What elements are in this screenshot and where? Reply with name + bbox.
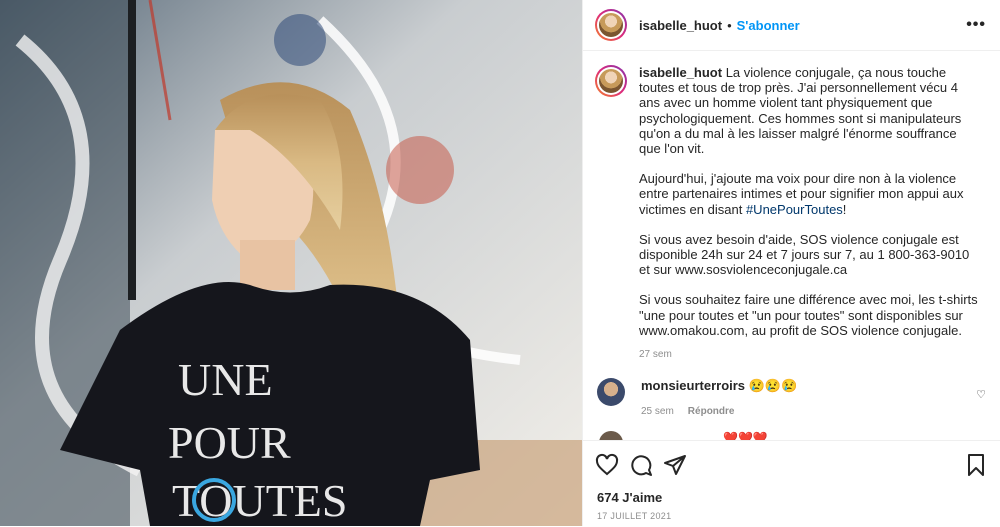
- like-comment-icon[interactable]: ♡: [976, 388, 986, 401]
- post-date[interactable]: 17 JUILLET 2021: [597, 511, 671, 521]
- post-actions: 674 J'aime 17 JUILLET 2021: [583, 440, 1000, 527]
- caption-avatar[interactable]: [595, 65, 627, 97]
- comment-timestamp[interactable]: 25 sem: [641, 406, 674, 417]
- post-header: isabelle_huot • S'abonner •••: [583, 0, 1000, 51]
- next-comment-text: ❤️❤️❤️: [723, 431, 768, 440]
- post-photo[interactable]: UNE POUR TOUTES: [0, 0, 582, 526]
- caption-paragraph-2: Aujourd'hui, j'ajoute ma voix pour dire …: [639, 171, 979, 217]
- caption: isabelle_huot La violence conjugale, ça …: [583, 51, 1000, 362]
- caption-paragraph-1: isabelle_huot La violence conjugale, ça …: [639, 65, 979, 156]
- caption-timestamp[interactable]: 27 sem: [639, 347, 979, 362]
- shirt-line-1: UNE: [178, 354, 273, 405]
- hashtag-link[interactable]: #UnePourToutes: [746, 202, 843, 217]
- caption-paragraph-4: Si vous souhaitez faire une différence a…: [639, 292, 978, 338]
- likes-count[interactable]: 674 J'aime: [597, 490, 662, 505]
- post-side-panel: isabelle_huot • S'abonner ••• isabelle_h…: [582, 0, 1000, 526]
- reply-button[interactable]: Répondre: [688, 406, 735, 417]
- comments-scroll-area[interactable]: isabelle_huot La violence conjugale, ça …: [583, 51, 1000, 440]
- author-avatar[interactable]: [595, 9, 627, 41]
- heart-icon[interactable]: [595, 453, 619, 477]
- separator-dot: •: [727, 17, 732, 33]
- next-commenter-avatar[interactable]: [599, 431, 623, 440]
- comment-text: 😢😢😢: [748, 378, 798, 394]
- shirt-line-3: TOUTES: [172, 475, 348, 526]
- more-options-icon[interactable]: •••: [966, 16, 986, 34]
- caption-text-2-end: !: [842, 201, 847, 217]
- share-icon[interactable]: [663, 453, 687, 477]
- caption-paragraph-3: Si vous avez besoin d'aide, SOS violence…: [639, 231, 970, 278]
- comment-item: monsieurterroirs 😢😢😢 25 sem Répondre ♡: [583, 362, 1000, 417]
- shirt-line-2: POUR: [168, 417, 291, 468]
- save-icon[interactable]: [964, 453, 988, 477]
- commenter-username[interactable]: monsieurterroirs: [641, 378, 745, 393]
- caption-username[interactable]: isabelle_huot: [639, 65, 722, 80]
- comment-icon[interactable]: [629, 453, 653, 477]
- commenter-avatar[interactable]: [597, 378, 625, 407]
- photo-illustration: UNE POUR TOUTES: [0, 0, 582, 526]
- follow-button[interactable]: S'abonner: [737, 18, 800, 33]
- author-username[interactable]: isabelle_huot: [639, 18, 722, 33]
